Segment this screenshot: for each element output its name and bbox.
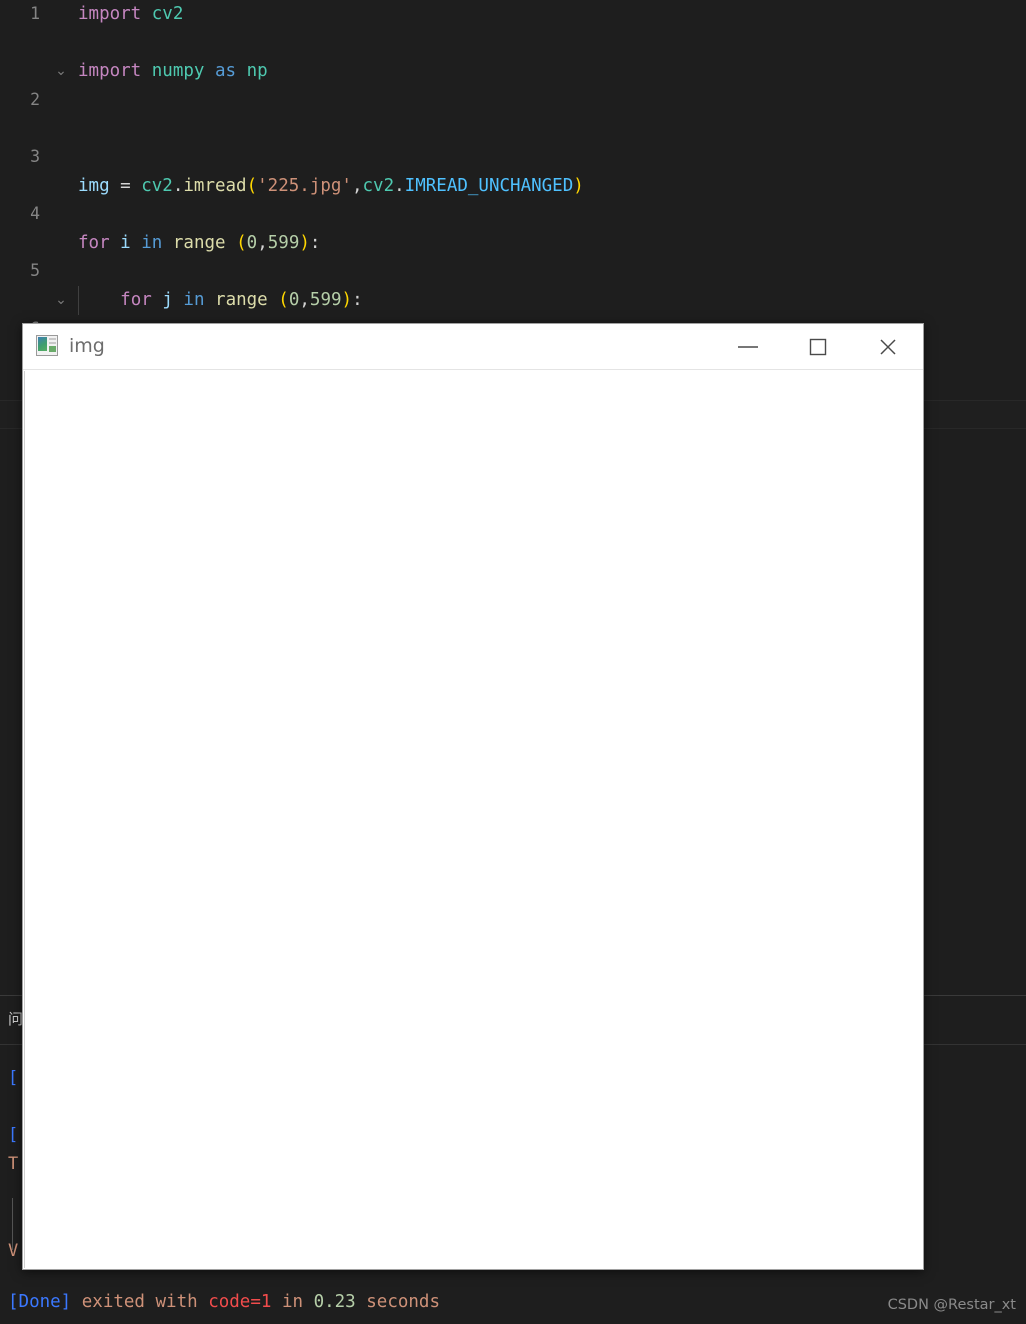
line-number: 2 xyxy=(30,89,40,109)
done-bracket: [Done] xyxy=(8,1292,72,1312)
code-text: img = cv2.imread('225.jpg',cv2.IMREAD_UN… xyxy=(78,175,584,196)
image-canvas-surface xyxy=(24,371,922,1268)
terminal-line: [ xyxy=(8,1068,19,1088)
elapsed-seconds: 0.23 xyxy=(313,1292,356,1312)
exit-code: code=1 xyxy=(208,1292,272,1312)
code-line[interactable]: 2 import numpy as np xyxy=(0,57,1026,109)
code-text: for i in range (0,599): xyxy=(78,232,321,253)
code-text: for j in range (0,599): xyxy=(120,289,363,310)
terminal-line: T xyxy=(8,1154,19,1174)
exited-with-text: exited with xyxy=(71,1292,209,1312)
code-text: import cv2 xyxy=(78,4,184,24)
code-line[interactable]: 4 img = cv2.imread('225.jpg',cv2.IMREAD_… xyxy=(0,172,1026,224)
line-number: 4 xyxy=(30,204,40,224)
line-number: 3 xyxy=(30,146,40,166)
window-title: img xyxy=(69,335,105,357)
code-text: import numpy as np xyxy=(78,61,268,82)
window-title-bar[interactable]: img xyxy=(23,324,923,370)
code-line[interactable]: 1 ⌄ import cv2 xyxy=(0,0,1026,79)
line-number: 1 xyxy=(30,4,40,23)
terminal-line: V xyxy=(8,1241,19,1261)
done-message: [Done] exited with code=1 in 0.23 second… xyxy=(8,1292,440,1312)
code-line[interactable]: 6 ⌄ for j in range (0,599): xyxy=(0,285,1026,365)
image-canvas[interactable] xyxy=(23,370,923,1269)
close-button[interactable] xyxy=(853,324,923,369)
opencv-image-window[interactable]: img xyxy=(22,323,924,1270)
code-line[interactable]: 5 ⌄ for i in range (0,599): xyxy=(0,229,1026,308)
seconds-word: seconds xyxy=(355,1292,441,1312)
terminal-indent-guide xyxy=(12,1198,13,1250)
terminal-line: [ xyxy=(8,1125,19,1145)
minimize-button[interactable] xyxy=(713,324,783,369)
line-number: 5 xyxy=(30,261,40,281)
maximize-button[interactable] xyxy=(783,324,853,369)
in-word: in xyxy=(271,1292,314,1312)
run-status-bar: [Done] exited with code=1 in 0.23 second… xyxy=(0,1278,1026,1324)
code-line[interactable]: 3 xyxy=(0,114,1026,166)
watermark: CSDN @Restar_xt xyxy=(887,1297,1016,1313)
image-thumbnail-icon xyxy=(36,335,58,356)
